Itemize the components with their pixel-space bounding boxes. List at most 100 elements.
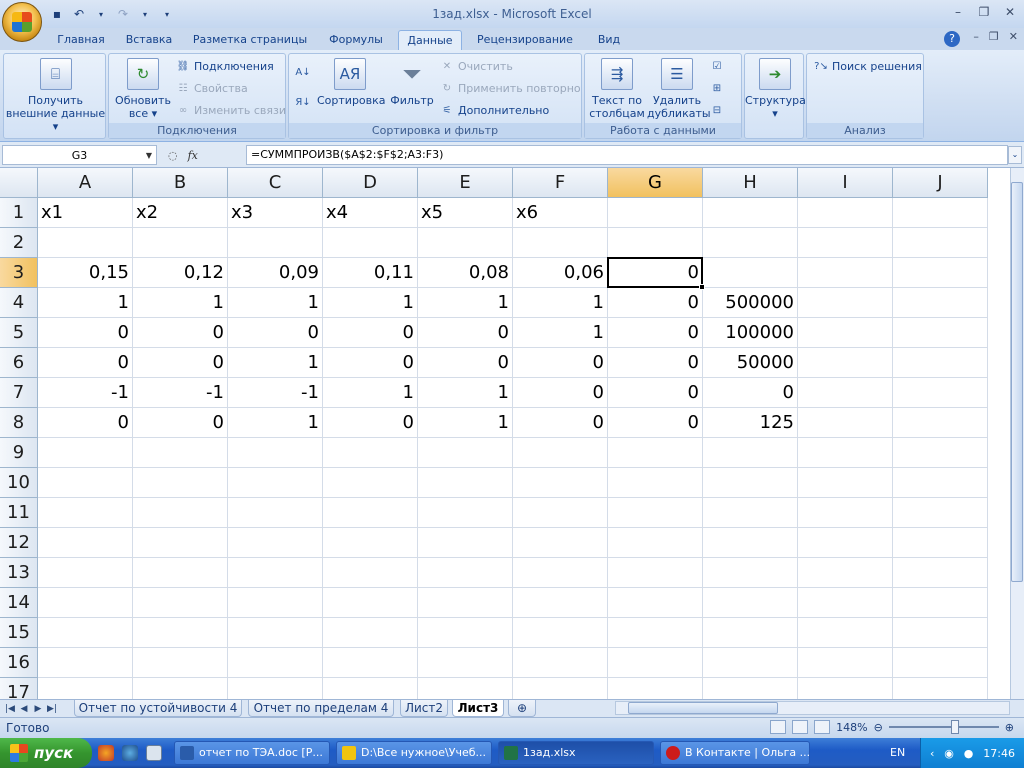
cell-J15[interactable] — [893, 618, 988, 648]
row-header[interactable]: 9 — [0, 438, 38, 468]
row-header[interactable]: 6 — [0, 348, 38, 378]
cell-B17[interactable] — [133, 678, 228, 699]
cell-J4[interactable] — [893, 288, 988, 318]
zoom-out-icon[interactable]: ⊖ — [874, 721, 883, 734]
cell-A10[interactable] — [38, 468, 133, 498]
cell-I1[interactable] — [798, 198, 893, 228]
outline-button[interactable]: ➔ Структура ▾ — [745, 58, 806, 120]
cell-D12[interactable] — [323, 528, 418, 558]
cell-B8[interactable]: 0 — [133, 408, 228, 438]
language-indicator[interactable]: EN — [890, 746, 905, 759]
cell-E7[interactable]: 1 — [418, 378, 513, 408]
sort-button[interactable]: АЯ Сортировка — [317, 58, 386, 107]
cell-I3[interactable] — [798, 258, 893, 288]
tab-data[interactable]: Данные — [398, 30, 462, 50]
column-header[interactable]: B — [133, 168, 228, 198]
column-header[interactable]: E — [418, 168, 513, 198]
cell-I10[interactable] — [798, 468, 893, 498]
column-header[interactable]: C — [228, 168, 323, 198]
sheet-tab[interactable]: Отчет по устойчивости 4 — [74, 700, 242, 717]
cell-A4[interactable]: 1 — [38, 288, 133, 318]
cell-F9[interactable] — [513, 438, 608, 468]
column-header[interactable]: F — [513, 168, 608, 198]
last-sheet-icon[interactable]: ▶| — [46, 701, 58, 717]
cell-F14[interactable] — [513, 588, 608, 618]
cell-A1[interactable]: x1 — [38, 198, 133, 228]
cell-J5[interactable] — [893, 318, 988, 348]
tab-insert[interactable]: Вставка — [118, 30, 180, 50]
cell-J10[interactable] — [893, 468, 988, 498]
cell-H11[interactable] — [703, 498, 798, 528]
cell-E5[interactable]: 0 — [418, 318, 513, 348]
cell-J14[interactable] — [893, 588, 988, 618]
cell-H16[interactable] — [703, 648, 798, 678]
row-header[interactable]: 10 — [0, 468, 38, 498]
cell-F4[interactable]: 1 — [513, 288, 608, 318]
cell-E15[interactable] — [418, 618, 513, 648]
cell-E12[interactable] — [418, 528, 513, 558]
zoom-in-icon[interactable]: ⊕ — [1005, 721, 1014, 734]
cell-D6[interactable]: 0 — [323, 348, 418, 378]
cell-D11[interactable] — [323, 498, 418, 528]
text-to-columns-button[interactable]: ⇶ Текст по столбцам — [587, 58, 647, 120]
cell-E2[interactable] — [418, 228, 513, 258]
cell-C8[interactable]: 1 — [228, 408, 323, 438]
cell-G9[interactable] — [608, 438, 703, 468]
zoom-slider[interactable] — [888, 720, 999, 734]
cell-E13[interactable] — [418, 558, 513, 588]
sheet-tab-active[interactable]: Лист3 — [452, 700, 504, 717]
prev-sheet-icon[interactable]: ◀ — [18, 701, 30, 717]
cell-J6[interactable] — [893, 348, 988, 378]
cell-I7[interactable] — [798, 378, 893, 408]
cell-A14[interactable] — [38, 588, 133, 618]
horizontal-scroll-thumb[interactable] — [628, 702, 778, 714]
cell-C15[interactable] — [228, 618, 323, 648]
cell-C13[interactable] — [228, 558, 323, 588]
filter-button[interactable]: ⏷ Фильтр — [387, 58, 437, 108]
cell-G12[interactable] — [608, 528, 703, 558]
cell-E8[interactable]: 1 — [418, 408, 513, 438]
clock[interactable]: 17:46 — [983, 747, 1015, 760]
column-header[interactable]: D — [323, 168, 418, 198]
cell-H6[interactable]: 50000 — [703, 348, 798, 378]
cell-D15[interactable] — [323, 618, 418, 648]
cell-H10[interactable] — [703, 468, 798, 498]
cell-H8[interactable]: 125 — [703, 408, 798, 438]
restore-icon[interactable]: ❐ — [974, 4, 994, 20]
cell-F16[interactable] — [513, 648, 608, 678]
cell-E6[interactable]: 0 — [418, 348, 513, 378]
cell-A16[interactable] — [38, 648, 133, 678]
row-header[interactable]: 3 — [0, 258, 38, 288]
name-box-dropdown-icon[interactable]: ▼ — [146, 151, 152, 160]
cell-F7[interactable]: 0 — [513, 378, 608, 408]
cell-I14[interactable] — [798, 588, 893, 618]
sort-za-button[interactable]: Я↓ — [295, 94, 311, 112]
cell-H14[interactable] — [703, 588, 798, 618]
cell-B6[interactable]: 0 — [133, 348, 228, 378]
cell-I6[interactable] — [798, 348, 893, 378]
cell-C10[interactable] — [228, 468, 323, 498]
properties-button[interactable]: ☷ Свойства — [175, 80, 248, 98]
cell-F2[interactable] — [513, 228, 608, 258]
formula-options-icon[interactable]: ◌ — [168, 149, 178, 162]
cell-G15[interactable] — [608, 618, 703, 648]
cell-F5[interactable]: 1 — [513, 318, 608, 348]
cell-B4[interactable]: 1 — [133, 288, 228, 318]
cell-G8[interactable]: 0 — [608, 408, 703, 438]
office-button[interactable] — [2, 2, 42, 42]
cell-H13[interactable] — [703, 558, 798, 588]
sheet-tab[interactable]: Лист2 — [400, 700, 448, 717]
cell-B14[interactable] — [133, 588, 228, 618]
network-icon[interactable]: ◉ — [944, 747, 954, 760]
cell-A11[interactable] — [38, 498, 133, 528]
start-button[interactable]: пуск — [0, 738, 92, 768]
cell-D14[interactable] — [323, 588, 418, 618]
tab-formulas[interactable]: Формулы — [320, 30, 392, 50]
cell-D1[interactable]: x4 — [323, 198, 418, 228]
cell-D13[interactable] — [323, 558, 418, 588]
cell-B1[interactable]: x2 — [133, 198, 228, 228]
normal-view-icon[interactable] — [770, 720, 787, 734]
tray-arrow-icon[interactable]: ‹ — [930, 747, 934, 760]
row-header[interactable]: 13 — [0, 558, 38, 588]
cell-C9[interactable] — [228, 438, 323, 468]
